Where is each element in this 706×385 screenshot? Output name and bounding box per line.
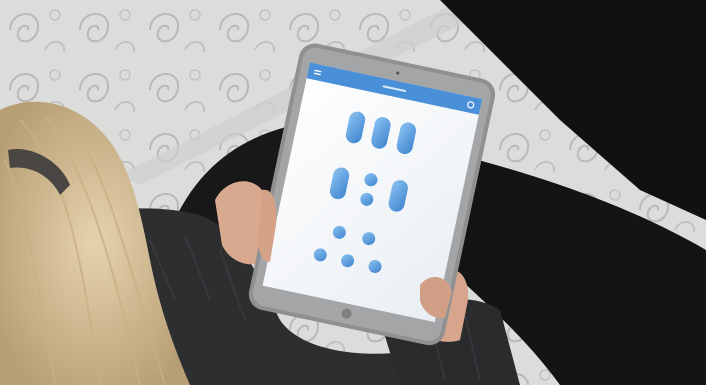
scene-svg bbox=[0, 0, 706, 385]
photo-scene bbox=[0, 0, 706, 385]
